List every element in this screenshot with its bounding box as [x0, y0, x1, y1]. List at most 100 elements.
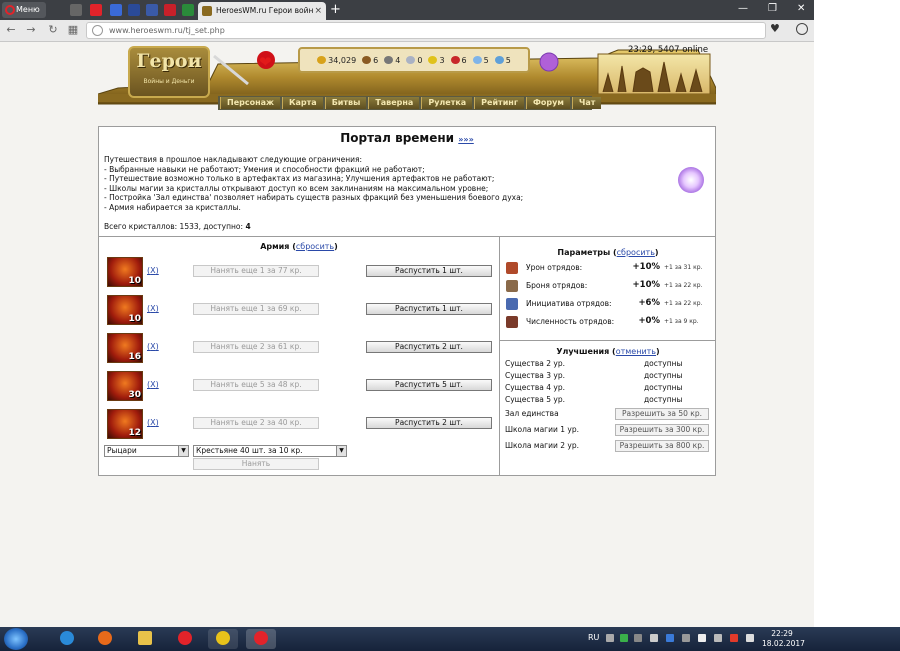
taskbar-clock[interactable]: 22:29 18.02.2017 — [762, 629, 805, 649]
nav-item[interactable]: Персонаж — [220, 97, 280, 109]
network-icon[interactable] — [714, 634, 722, 642]
unit-count: 10 — [128, 276, 141, 286]
parameter-upgrade-link[interactable]: +1 за 22 кр. — [664, 282, 702, 289]
pinned-tab-icon[interactable] — [128, 4, 140, 16]
hire-button[interactable]: Нанять — [193, 458, 319, 470]
parameters-reset-link[interactable]: сбросить — [617, 248, 655, 257]
health-heart-icon[interactable]: ❤ — [259, 53, 272, 71]
remove-unit-label: X — [150, 342, 156, 351]
portal-crystal-icon — [678, 167, 704, 193]
creature-select-value: Крестьяне 40 шт. за 10 кр. — [196, 446, 303, 455]
parameter-upgrade-link[interactable]: +1 за 9 кр. — [664, 318, 699, 325]
allow-building-button[interactable]: Разрешить за 300 кр. — [615, 424, 709, 436]
windows-start-icon[interactable] — [4, 628, 28, 650]
minimize-icon[interactable]: — — [738, 3, 748, 14]
speed-dial-tab-icon[interactable] — [70, 4, 82, 16]
home-grid-icon[interactable]: ▦ — [66, 23, 80, 37]
upgrade-status: доступны — [644, 371, 683, 380]
parameter-upgrade-link[interactable]: +1 за 31 кр. — [664, 264, 702, 271]
parameters-title: Параметры — [557, 248, 611, 257]
url-input[interactable]: www.heroeswm.ru/tj_set.php — [86, 22, 766, 39]
upgrades-cancel-link[interactable]: отменить — [616, 347, 656, 356]
security-icon[interactable] — [730, 634, 738, 642]
empty-desktop-area — [814, 0, 900, 627]
restriction-line: - Армия набирается за кристаллы. — [104, 202, 241, 212]
server-time-online: 23:29, 5407 online — [628, 45, 709, 55]
back-arrow-icon[interactable]: ← — [4, 23, 18, 37]
nav-item[interactable]: Карта — [281, 97, 323, 109]
remove-unit-link[interactable]: (X) — [147, 418, 159, 427]
creature-select[interactable]: Крестьяне 40 шт. за 10 кр. ▼ — [193, 445, 347, 457]
window-close-icon[interactable]: ✕ — [797, 3, 805, 14]
allow-building-button[interactable]: Разрешить за 800 кр. — [615, 440, 709, 452]
maximize-icon[interactable]: ❐ — [768, 3, 777, 14]
explorer-taskbar-button[interactable] — [130, 629, 160, 649]
unit-portrait[interactable]: 16 — [107, 333, 143, 363]
remove-unit-link[interactable]: (X) — [147, 304, 159, 313]
hire-more-button[interactable]: Нанять еще 2 за 40 кр. — [193, 417, 319, 429]
unit-count: 12 — [128, 428, 141, 438]
app-taskbar-button[interactable] — [208, 629, 238, 649]
pinned-tab-icon[interactable] — [182, 4, 194, 16]
parameter-label: Броня отрядов: — [526, 281, 588, 290]
tray-app-icon[interactable] — [620, 634, 628, 642]
dismiss-button[interactable]: Распустить 2 шт. — [366, 341, 492, 353]
remove-unit-link[interactable]: (X) — [147, 342, 159, 351]
pinned-tab-icon[interactable] — [146, 4, 158, 16]
hire-more-button[interactable]: Нанять еще 5 за 48 кр. — [193, 379, 319, 391]
faction-select[interactable]: Рыцари ▼ — [104, 445, 189, 457]
remove-unit-link[interactable]: (X) — [147, 266, 159, 275]
opera-tab-icon[interactable] — [90, 4, 102, 16]
unit-count: 30 — [128, 390, 141, 400]
firefox-taskbar-button[interactable] — [90, 629, 120, 649]
tab-close-icon[interactable]: × — [314, 2, 322, 20]
tray-app-icon[interactable] — [682, 634, 690, 642]
hire-more-button[interactable]: Нанять еще 2 за 61 кр. — [193, 341, 319, 353]
upgrade-creature-label: Существа 4 ур. — [505, 383, 565, 392]
forward-arrow-icon[interactable]: → — [24, 23, 38, 37]
divider — [499, 340, 716, 341]
opera-icon — [254, 631, 268, 645]
nav-item[interactable]: Таверна — [368, 97, 420, 109]
portal-info-link[interactable]: »»» — [458, 135, 474, 144]
flag-icon[interactable] — [698, 634, 706, 642]
tray-app-icon[interactable] — [666, 634, 674, 642]
page-title: Портал времени »»» — [98, 131, 716, 145]
opera-taskbar-button[interactable] — [170, 629, 200, 649]
ie-taskbar-button[interactable] — [52, 629, 82, 649]
remove-unit-link[interactable]: (X) — [147, 380, 159, 389]
reload-icon[interactable]: ↻ — [46, 23, 60, 37]
pinned-tab-icon[interactable] — [164, 4, 176, 16]
army-reset-link[interactable]: сбросить — [296, 242, 334, 251]
unit-portrait[interactable]: 10 — [107, 295, 143, 325]
dismiss-button[interactable]: Распустить 5 шт. — [366, 379, 492, 391]
resource-crystals: 6 — [450, 56, 467, 65]
tray-language[interactable]: RU — [588, 633, 599, 642]
download-icon[interactable] — [796, 23, 808, 35]
nav-item[interactable]: Рейтинг — [474, 97, 524, 109]
hire-more-button[interactable]: Нанять еще 1 за 77 кр. — [193, 265, 319, 277]
tray-app-icon[interactable] — [634, 634, 642, 642]
nav-item[interactable]: Чат — [571, 97, 602, 109]
dismiss-button[interactable]: Распустить 1 шт. — [366, 303, 492, 315]
opera-menu-button[interactable]: Меню — [2, 2, 46, 18]
hire-more-button[interactable]: Нанять еще 1 за 69 кр. — [193, 303, 319, 315]
parameter-upgrade-link[interactable]: +1 за 22 кр. — [664, 300, 702, 307]
tray-arrow-icon[interactable] — [606, 634, 614, 642]
allow-building-button[interactable]: Разрешить за 50 кр. — [615, 408, 709, 420]
pinned-tab-icon[interactable] — [110, 4, 122, 16]
unit-portrait[interactable]: 12 — [107, 409, 143, 439]
nav-item[interactable]: Рулетка — [421, 97, 473, 109]
bookmark-heart-icon[interactable]: ♥ — [770, 22, 780, 35]
unit-portrait[interactable]: 30 — [107, 371, 143, 401]
dismiss-button[interactable]: Распустить 2 шт. — [366, 417, 492, 429]
opera-active-taskbar-button[interactable] — [246, 629, 276, 649]
dismiss-button[interactable]: Распустить 1 шт. — [366, 265, 492, 277]
unit-portrait[interactable]: 10 — [107, 257, 143, 287]
active-tab[interactable]: HeroesWM.ru Герои войн × — [198, 2, 326, 20]
nav-item[interactable]: Форум — [526, 97, 570, 109]
new-tab-button[interactable]: + — [330, 2, 341, 18]
nav-item[interactable]: Битвы — [324, 97, 367, 109]
tray-app-icon[interactable] — [650, 634, 658, 642]
volume-icon[interactable] — [746, 634, 754, 642]
